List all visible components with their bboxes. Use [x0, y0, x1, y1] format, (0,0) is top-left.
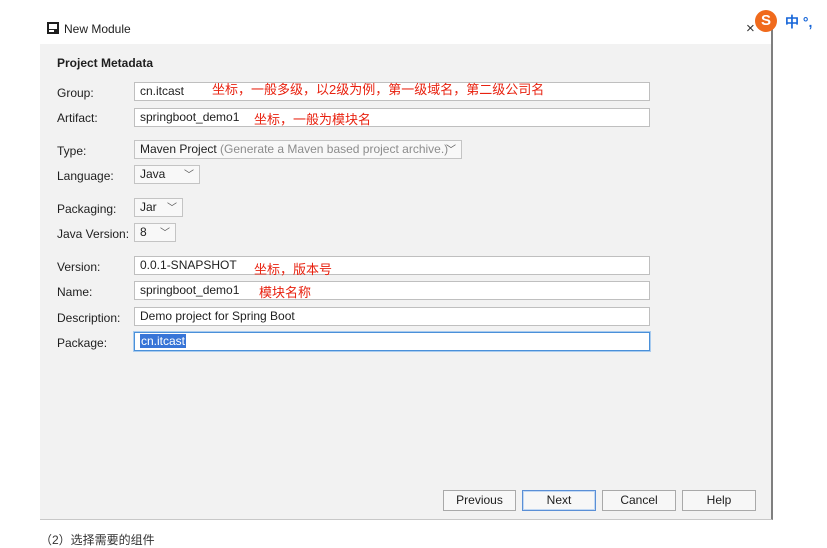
name-label: Name:: [57, 285, 93, 299]
chevron-down-icon: ﹀: [184, 170, 194, 181]
java-version-value: 8: [140, 225, 147, 239]
artifact-field[interactable]: springboot_demo1: [134, 108, 650, 127]
group-label: Group:: [57, 86, 94, 100]
packaging-value: Jar: [140, 200, 157, 214]
description-field[interactable]: Demo project for Spring Boot: [134, 307, 650, 326]
version-field[interactable]: 0.0.1-SNAPSHOT: [134, 256, 650, 275]
description-label: Description:: [57, 311, 121, 325]
type-label: Type:: [57, 144, 87, 158]
sogou-ime-icon: S: [755, 10, 777, 32]
package-field[interactable]: cn.itcast: [134, 332, 650, 351]
help-button[interactable]: Help: [682, 490, 756, 511]
intellij-app-icon: [47, 22, 59, 34]
java-version-label: Java Version:: [57, 227, 130, 241]
language-value: Java: [140, 167, 166, 181]
group-annotation: 坐标，一般多级，以2级为例，第一级域名，第二级公司名: [212, 82, 545, 97]
version-label: Version:: [57, 260, 101, 274]
name-field[interactable]: springboot_demo1: [134, 281, 650, 300]
chevron-down-icon: ﹀: [446, 145, 456, 156]
artifact-label: Artifact:: [57, 111, 98, 125]
type-value: Maven Project: [140, 142, 217, 156]
type-hint: (Generate a Maven based project archive.…: [220, 142, 449, 156]
ime-status-indicator[interactable]: S 中 °,: [753, 10, 827, 32]
version-annotation: 坐标，版本号: [254, 262, 333, 277]
package-label: Package:: [57, 336, 108, 350]
artifact-annotation: 坐标，一般为模块名: [254, 112, 372, 127]
section-title: Project Metadata: [57, 56, 154, 70]
new-module-dialog: New Module × Project Metadata Group: cn.…: [40, 14, 773, 520]
package-selected-text: cn.itcast: [140, 334, 187, 348]
window-title: New Module: [64, 22, 131, 36]
previous-button[interactable]: Previous: [443, 490, 516, 511]
type-dropdown[interactable]: Maven Project (Generate a Maven based pr…: [134, 140, 462, 159]
java-version-dropdown[interactable]: 8 ﹀: [134, 223, 176, 242]
name-annotation: 模块名称: [259, 285, 312, 300]
ime-mode-text: 中 °,: [785, 14, 813, 30]
language-label: Language:: [57, 169, 114, 183]
packaging-label: Packaging:: [57, 202, 117, 216]
language-dropdown[interactable]: Java ﹀: [134, 165, 200, 184]
chevron-down-icon: ﹀: [160, 228, 170, 239]
cancel-button[interactable]: Cancel: [602, 490, 676, 511]
chevron-down-icon: ﹀: [167, 203, 177, 214]
title-bar: New Module ×: [40, 14, 771, 44]
next-button[interactable]: Next: [522, 490, 596, 511]
packaging-dropdown[interactable]: Jar ﹀: [134, 198, 183, 217]
